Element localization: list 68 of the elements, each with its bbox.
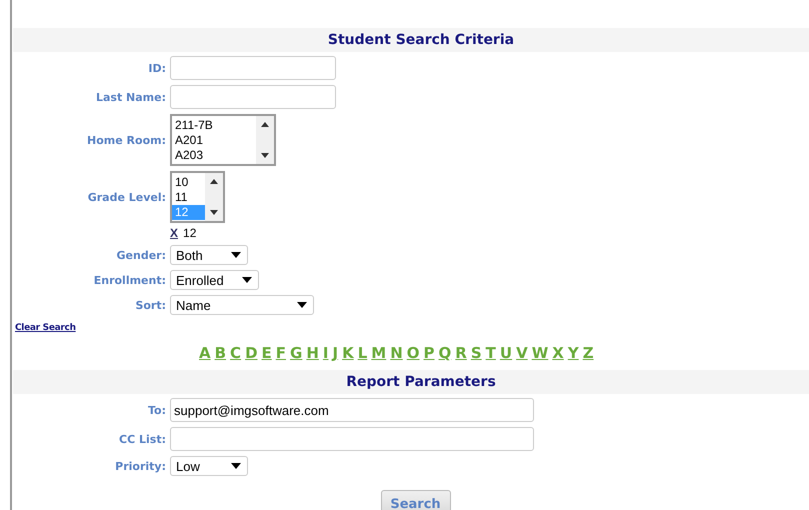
letter-link[interactable]: M	[371, 344, 386, 362]
field-label: Gender:	[116, 248, 166, 262]
letter-link[interactable]: G	[290, 344, 302, 362]
list-option[interactable]: 11	[172, 190, 205, 205]
email-field[interactable]	[170, 427, 534, 451]
scroll-up-icon[interactable]	[210, 179, 218, 184]
section-title: Report Parameters	[346, 374, 496, 390]
letter-link[interactable]: W	[532, 344, 548, 362]
field-label: ID:	[148, 62, 166, 74]
remove-link[interactable]: X	[170, 226, 178, 240]
letter-link[interactable]: L	[358, 344, 368, 362]
scroll-up-icon[interactable]	[261, 122, 269, 127]
letter-link[interactable]: S	[470, 344, 482, 362]
email-field[interactable]: support@imgsoftware.com	[170, 398, 534, 422]
chosen-value: 12	[183, 226, 196, 240]
letter-link[interactable]: R	[455, 344, 467, 362]
list-box[interactable]: 10 11 12	[170, 171, 225, 223]
scroll-down-icon[interactable]	[210, 210, 218, 215]
dropdown[interactable]: Enrolled	[170, 270, 259, 290]
letter-link[interactable]: C	[230, 344, 242, 362]
letter-link[interactable]: H	[306, 344, 319, 362]
text-field[interactable]	[170, 56, 336, 80]
letter-link[interactable]: X	[552, 344, 564, 362]
dropdown[interactable]: Name	[170, 295, 314, 315]
scrollbar[interactable]	[256, 116, 274, 164]
caret-icon	[231, 252, 241, 258]
letter-link[interactable]: E	[262, 344, 272, 362]
field-label: Enrollment:	[94, 274, 166, 286]
field-label: Sort:	[135, 298, 166, 312]
letter-link[interactable]: A	[199, 344, 211, 362]
list-option[interactable]: A201	[172, 133, 256, 148]
list-option[interactable]: 12	[172, 205, 205, 220]
list-option[interactable]: 211-7B	[172, 118, 256, 133]
dropdown[interactable]: Both	[170, 245, 248, 265]
search-button[interactable]: Search	[380, 490, 450, 510]
field-label: Home Room:	[87, 134, 166, 146]
letter-link[interactable]: Z	[582, 344, 594, 362]
letter-link[interactable]: N	[390, 344, 403, 362]
scrollbar[interactable]	[205, 173, 223, 221]
letter-link[interactable]: Q	[438, 344, 452, 362]
letter-link[interactable]: I	[322, 344, 328, 362]
field-label: Grade Level:	[88, 190, 166, 204]
letter-link[interactable]: D	[245, 344, 258, 362]
field-label: To:	[148, 404, 166, 416]
caret-icon	[297, 302, 307, 308]
letter-link[interactable]: V	[516, 344, 528, 362]
list-option[interactable]: 10	[172, 175, 205, 190]
letter-link[interactable]: F	[276, 344, 286, 362]
section-title: Student Search Criteria	[328, 32, 514, 48]
letter-link[interactable]: Y	[568, 344, 579, 362]
list-option[interactable]: A203	[172, 148, 256, 163]
letter-link[interactable]: T	[486, 344, 496, 362]
field-label: CC List:	[119, 432, 166, 446]
caret-icon	[242, 277, 252, 283]
caret-icon	[231, 463, 241, 469]
letter-link[interactable]: J	[332, 344, 338, 362]
text-field[interactable]	[170, 85, 336, 109]
scroll-down-icon[interactable]	[261, 153, 269, 158]
letter-link[interactable]: K	[342, 344, 354, 362]
letter-link[interactable]: O	[406, 344, 420, 362]
list-box[interactable]: 211-7B A201 A203	[170, 114, 276, 166]
letter-link[interactable]: B	[214, 344, 226, 362]
letter-link[interactable]: U	[500, 344, 512, 362]
dropdown[interactable]: Low	[170, 456, 248, 476]
letter-link[interactable]: P	[424, 344, 435, 362]
field-label: Last Name:	[96, 90, 166, 104]
field-label: Priority:	[115, 460, 166, 472]
clear-search-link[interactable]: Clear Search	[15, 323, 76, 333]
